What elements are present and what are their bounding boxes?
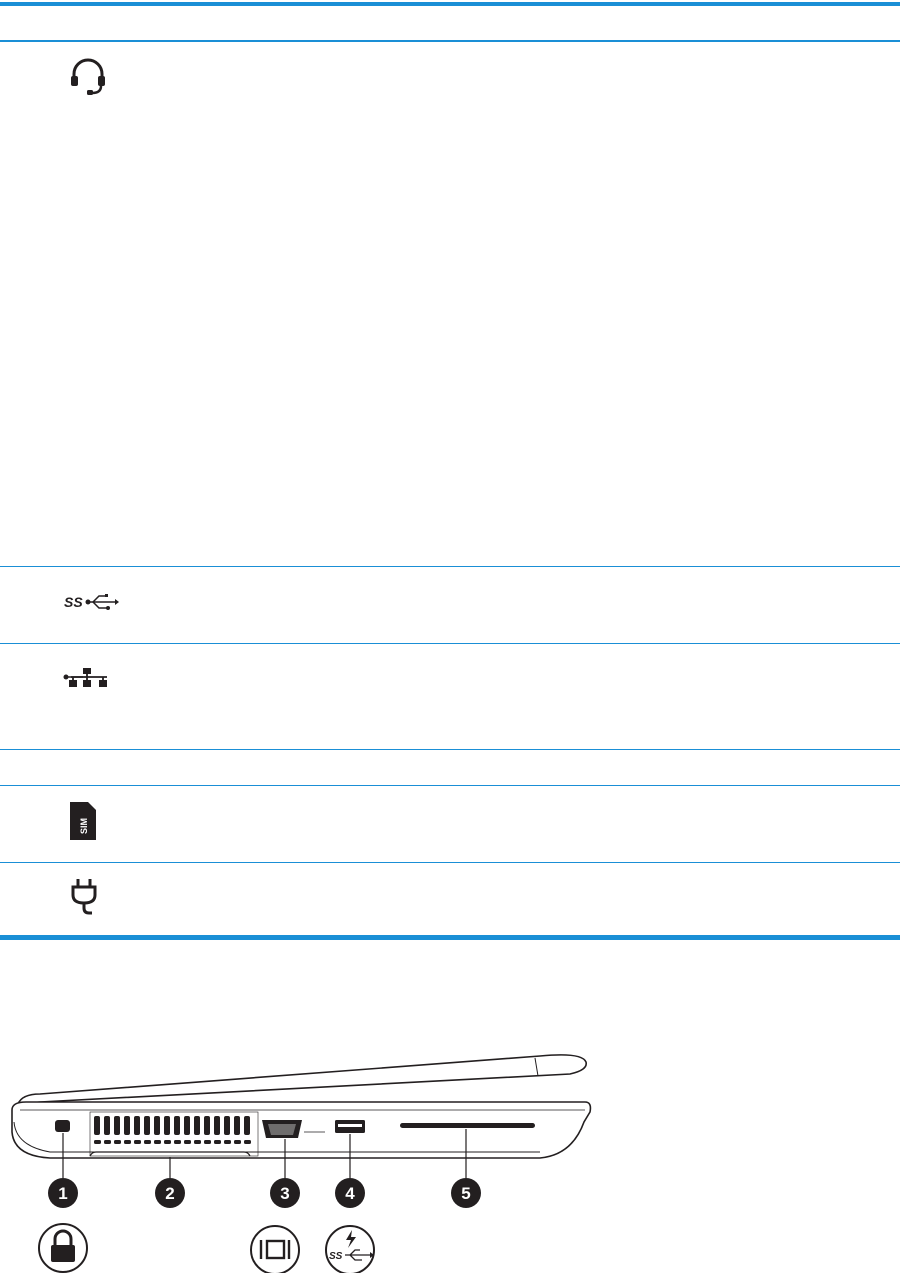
laptop-lid [16, 1054, 587, 1105]
vent-slat [104, 1140, 111, 1144]
vent-slat [244, 1116, 250, 1135]
vent-slat [134, 1116, 140, 1135]
callout-1: 1 [48, 1178, 78, 1208]
vent-slat [214, 1116, 220, 1135]
vent-slat [174, 1116, 180, 1135]
table-row: SIM [0, 786, 900, 862]
sim-card-label: SIM [79, 818, 89, 834]
callout-label: 2 [165, 1184, 174, 1203]
vent-slat [124, 1140, 131, 1144]
callout-label: 4 [345, 1184, 355, 1203]
vent-slat [234, 1116, 240, 1135]
vent-slat [144, 1140, 151, 1144]
vent-slat [104, 1116, 110, 1135]
vent-slat [214, 1140, 221, 1144]
callout-2: 2 [155, 1178, 185, 1208]
lock-icon [38, 1223, 88, 1273]
sim-card-icon: SIM [70, 802, 96, 840]
svg-text:SS: SS [329, 1251, 343, 1262]
callout-5: 5 [451, 1178, 481, 1208]
callout-3: 3 [270, 1178, 300, 1208]
table-row [0, 750, 900, 785]
vent-slat [94, 1140, 101, 1144]
table-row [0, 42, 900, 566]
table-row [0, 644, 900, 749]
usb-superspeed-charging-icon: SS [325, 1225, 375, 1273]
vent-slat [124, 1116, 130, 1135]
vent-slat [154, 1140, 161, 1144]
vent-slat [194, 1140, 201, 1144]
table-bottom-rule [0, 935, 900, 940]
display-vga-icon [250, 1225, 300, 1273]
vent-slat [184, 1116, 190, 1135]
vent-slat [164, 1116, 170, 1135]
vent-slat [94, 1116, 100, 1135]
vent-slat [174, 1140, 181, 1144]
vent-slat [154, 1116, 160, 1135]
vent-slat [204, 1116, 210, 1135]
laptop-left-side-figure: 1 2 3 4 5 SS [11, 1054, 592, 1273]
headset-icon [71, 58, 105, 95]
vent-slat [204, 1140, 211, 1144]
callout-label: 5 [461, 1184, 470, 1203]
callout-label: 1 [58, 1184, 67, 1203]
usb-superspeed-icon: SS [64, 594, 119, 610]
vent-slat [144, 1116, 150, 1135]
vent-slat [134, 1140, 141, 1144]
vent-slat [194, 1116, 200, 1135]
network-rj45-icon [63, 668, 107, 687]
vent-slat [164, 1140, 171, 1144]
callout-label: 3 [280, 1184, 289, 1203]
vent-slat [244, 1140, 251, 1144]
vent-slat [224, 1140, 231, 1144]
vent-slat [114, 1116, 120, 1135]
vent-slat [234, 1140, 241, 1144]
security-cable-slot [55, 1120, 70, 1132]
table-row [0, 863, 900, 935]
vent-slat [114, 1140, 121, 1144]
svg-text:SS: SS [64, 594, 83, 610]
vent-slat [184, 1140, 191, 1144]
table-top-rule [0, 2, 900, 6]
power-plug-icon [71, 879, 97, 915]
smart-card-reader-slot [400, 1123, 535, 1128]
vent-slat [224, 1116, 230, 1135]
table-row: SS [0, 567, 900, 643]
callout-4: 4 [335, 1178, 365, 1208]
